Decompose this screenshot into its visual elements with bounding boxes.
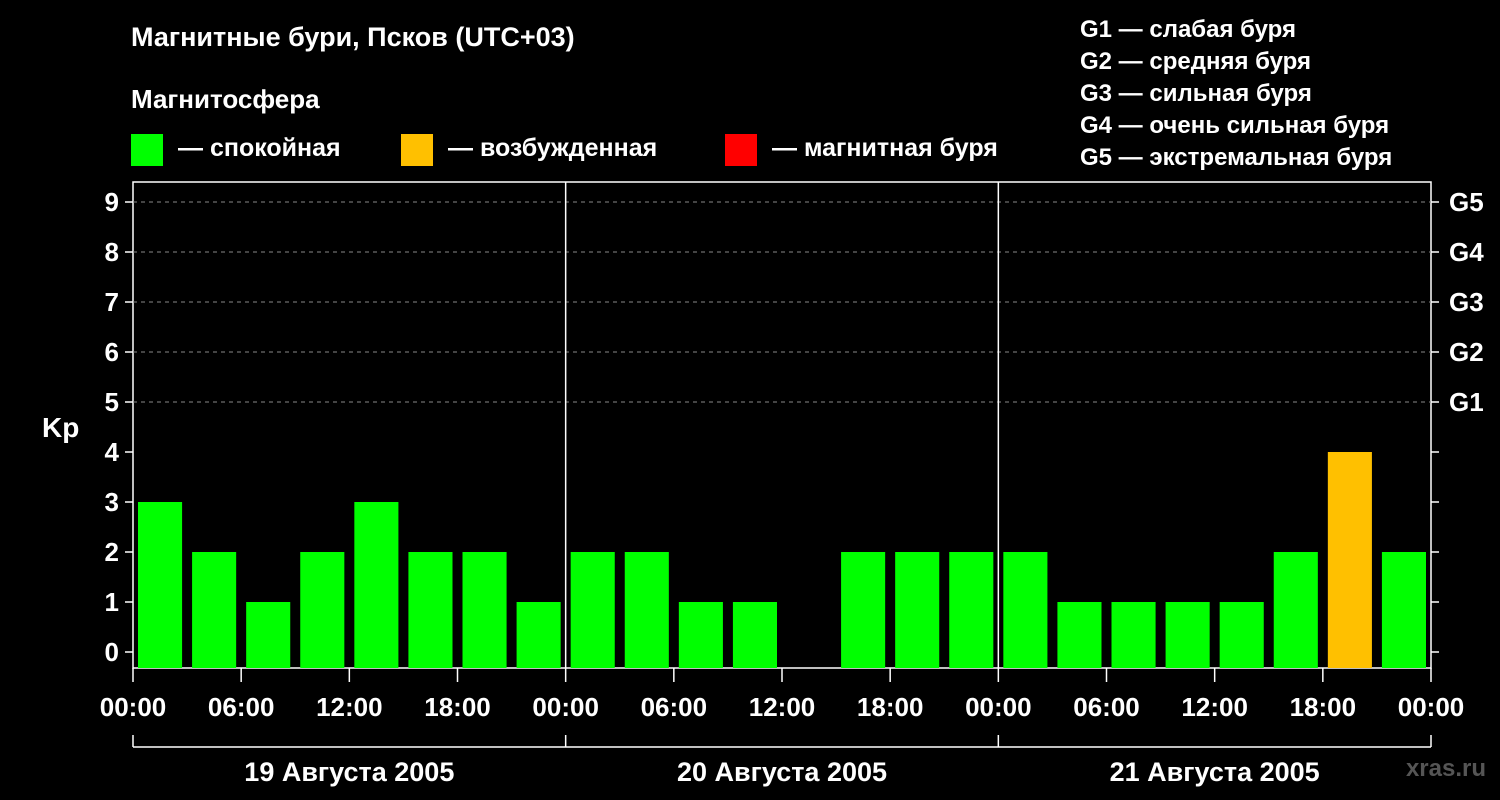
kp-bar — [570, 552, 615, 668]
x-tick-label: 06:00 — [641, 692, 708, 722]
y-tick-label: 7 — [105, 287, 119, 317]
kp-bar — [1219, 602, 1264, 668]
x-tick-label: 06:00 — [208, 692, 275, 722]
x-tick-label: 00:00 — [1398, 692, 1465, 722]
y-tick-label: 1 — [105, 587, 119, 617]
g-level-label: G1 — [1449, 387, 1484, 417]
x-tick-label: 00:00 — [532, 692, 599, 722]
x-tick-label: 12:00 — [316, 692, 383, 722]
kp-bar — [895, 552, 940, 668]
g-level-label: G3 — [1449, 287, 1484, 317]
y-tick-label: 0 — [105, 637, 119, 667]
kp-bar-chart: 0 1 2 3 4 5 6 7 8 9 G1 G2 G3 G4 G5 00:00 06:00 12:00 18:00… — [100, 181, 1484, 787]
y-tick-label: 8 — [105, 237, 119, 267]
y-tick-label: 2 — [105, 537, 119, 567]
x-tick-label: 12:00 — [1181, 692, 1248, 722]
day-label: 19 Августа 2005 — [244, 757, 454, 787]
kp-bar — [300, 552, 345, 668]
kp-bar — [1057, 602, 1102, 668]
y-tick-label: 4 — [105, 437, 120, 467]
x-tick-label: 06:00 — [1073, 692, 1140, 722]
kp-bar — [1273, 552, 1318, 668]
x-tick-label: 18:00 — [424, 692, 491, 722]
kp-bar — [516, 602, 561, 668]
x-tick-label: 00:00 — [100, 692, 167, 722]
kp-bar — [678, 602, 723, 668]
g-level-label: G2 — [1449, 337, 1484, 367]
kp-bar — [841, 552, 886, 668]
x-tick-label: 18:00 — [1290, 692, 1357, 722]
kp-bar — [1003, 552, 1048, 668]
day-label: 20 Августа 2005 — [677, 757, 887, 787]
g-level-label: G5 — [1449, 187, 1484, 217]
kp-bar — [1327, 452, 1372, 668]
x-tick-label: 12:00 — [749, 692, 816, 722]
kp-bar — [732, 602, 777, 668]
y-tick-label: 9 — [105, 187, 119, 217]
y-tick-label: 6 — [105, 337, 119, 367]
kp-bar — [1381, 552, 1426, 668]
y-tick-label: 5 — [105, 387, 119, 417]
kp-bar — [949, 552, 994, 668]
kp-bar — [192, 552, 237, 668]
x-tick-label: 18:00 — [857, 692, 924, 722]
kp-bar — [408, 552, 453, 668]
kp-bar — [624, 552, 669, 668]
kp-bar — [138, 502, 183, 668]
g-level-label: G4 — [1449, 237, 1484, 267]
kp-bar — [1165, 602, 1210, 668]
y-tick-label: 3 — [105, 487, 119, 517]
x-tick-label: 00:00 — [965, 692, 1032, 722]
kp-bar — [1111, 602, 1156, 668]
kp-bar — [354, 502, 399, 668]
day-label: 21 Августа 2005 — [1110, 757, 1320, 787]
kp-bar — [462, 552, 507, 668]
kp-bar — [246, 602, 291, 668]
